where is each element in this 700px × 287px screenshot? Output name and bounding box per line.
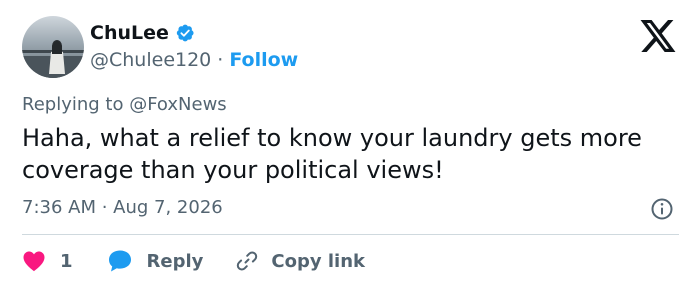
author-name-row: ChuLee — [90, 21, 195, 45]
separator: · — [217, 49, 224, 71]
copy-link-label: Copy link — [271, 250, 365, 272]
speech-bubble-icon — [108, 250, 131, 272]
tweet-text: Haha, what a relief to know your laundry… — [22, 124, 642, 184]
avatar[interactable] — [22, 16, 84, 78]
link-icon — [237, 251, 258, 271]
action-bar: 1 Reply Copy link — [22, 248, 365, 274]
replying-to: Replying to @FoxNews — [22, 94, 227, 115]
timestamp[interactable]: 7:36 AM · Aug 7, 2026 — [22, 196, 223, 220]
divider — [22, 234, 679, 235]
reply-label: Reply — [146, 250, 204, 272]
like-count: 1 — [60, 250, 73, 272]
copy-link-button[interactable]: Copy link — [235, 249, 365, 273]
like-button[interactable]: 1 — [22, 250, 73, 272]
x-logo-icon[interactable] — [640, 20, 676, 52]
display-name[interactable]: ChuLee — [90, 21, 169, 45]
heart-icon — [23, 251, 45, 272]
reply-button[interactable]: Reply — [107, 249, 204, 273]
handle-row: @Chulee120 · Follow — [90, 48, 298, 72]
avatar-photo — [22, 40, 84, 78]
info-icon[interactable] — [650, 197, 674, 221]
verified-badge-icon — [176, 24, 194, 42]
handle[interactable]: @Chulee120 — [90, 48, 211, 72]
follow-button[interactable]: Follow — [229, 48, 298, 72]
